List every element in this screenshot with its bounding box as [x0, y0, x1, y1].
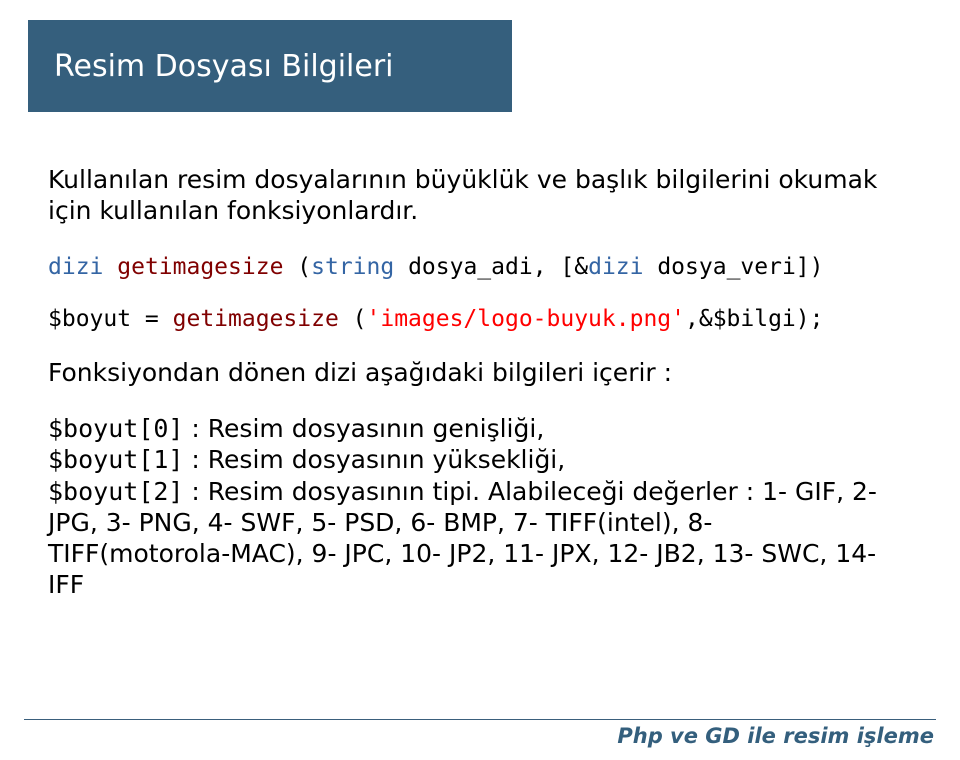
- return-list: $boyut[0] : Resim dosyasının genişliği, …: [48, 413, 900, 601]
- function-call: $boyut = getimagesize ('images/logo-buyu…: [48, 306, 900, 332]
- call-string: 'images/logo-buyuk.png': [367, 306, 686, 332]
- call-lhs: $boyut =: [48, 306, 173, 332]
- item-2-code: $boyut[2]: [48, 477, 183, 506]
- sig-arg1: dosya_adi, [&: [394, 254, 588, 280]
- item-1-text: : Resim dosyasının yüksekliği,: [191, 445, 565, 474]
- sig-arg2: dosya_veri]): [643, 254, 823, 280]
- item-1-code: $boyut[1]: [48, 445, 183, 474]
- item-0-text: : Resim dosyasının genişliği,: [191, 414, 544, 443]
- function-name: getimagesize: [117, 254, 283, 280]
- sig-paren-open: (: [283, 254, 311, 280]
- intro-text: Kullanılan resim dosyalarının büyüklük v…: [48, 165, 900, 226]
- call-rest: ,&$bilgi);: [685, 306, 823, 332]
- call-fn: getimagesize: [173, 306, 339, 332]
- footer-rule: [24, 719, 936, 720]
- return-desc: Fonksiyondan dönen dizi aşağıdaki bilgil…: [48, 358, 900, 387]
- call-paren: (: [339, 306, 367, 332]
- item-0-code: $boyut[0]: [48, 414, 183, 443]
- content-area: Kullanılan resim dosyalarının büyüklük v…: [48, 165, 900, 601]
- function-signature: dizi getimagesize (string dosya_adi, [&d…: [48, 254, 900, 280]
- footer-text: Php ve GD ile resim işleme: [0, 724, 960, 748]
- title-box: Resim Dosyası Bilgileri: [30, 22, 510, 110]
- keyword-string: string: [311, 254, 394, 280]
- keyword-dizi-2: dizi: [588, 254, 643, 280]
- slide-title: Resim Dosyası Bilgileri: [54, 49, 394, 84]
- slide: Resim Dosyası Bilgileri Kullanılan resim…: [0, 0, 960, 760]
- keyword-dizi: dizi: [48, 254, 103, 280]
- footer: Php ve GD ile resim işleme: [0, 719, 960, 748]
